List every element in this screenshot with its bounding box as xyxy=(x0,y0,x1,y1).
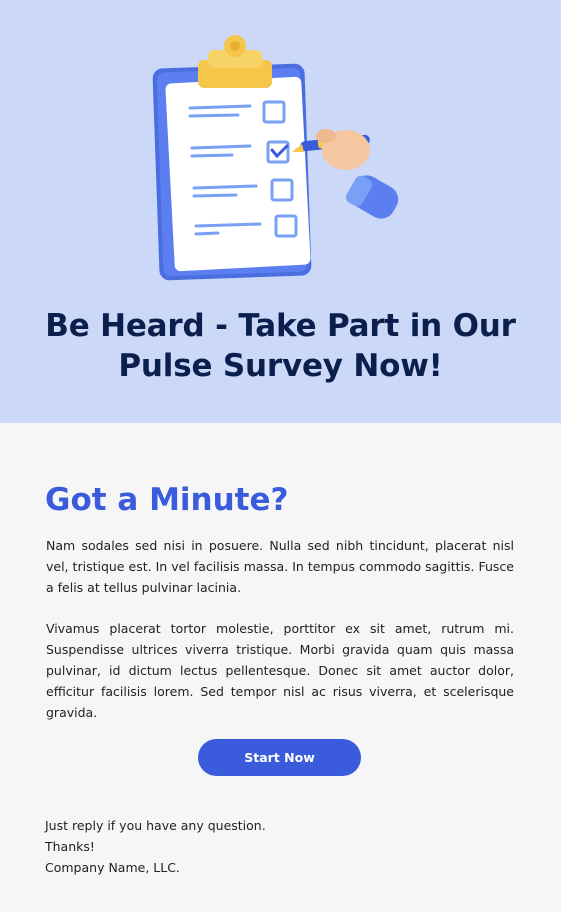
hero-banner: Be Heard - Take Part in Our Pulse Survey… xyxy=(0,0,561,423)
signoff: Just reply if you have any question. Tha… xyxy=(45,815,266,878)
signoff-line-company: Company Name, LLC. xyxy=(45,860,180,875)
body-paragraph-1: Nam sodales sed nisi in posuere. Nulla s… xyxy=(46,538,514,595)
start-now-button[interactable]: Start Now xyxy=(198,739,361,776)
hero-title-line2: Pulse Survey Now! xyxy=(118,348,443,384)
hero-title: Be Heard - Take Part in Our Pulse Survey… xyxy=(30,306,531,386)
signoff-line-question: Just reply if you have any question. xyxy=(45,818,266,833)
section-heading: Got a Minute? xyxy=(45,482,289,518)
hero-title-line1: Be Heard - Take Part in Our xyxy=(45,308,516,344)
body-paragraph-2: Vivamus placerat tortor molestie, portti… xyxy=(46,621,514,720)
clipboard-checklist-icon xyxy=(152,35,399,281)
signoff-line-thanks: Thanks! xyxy=(45,839,95,854)
